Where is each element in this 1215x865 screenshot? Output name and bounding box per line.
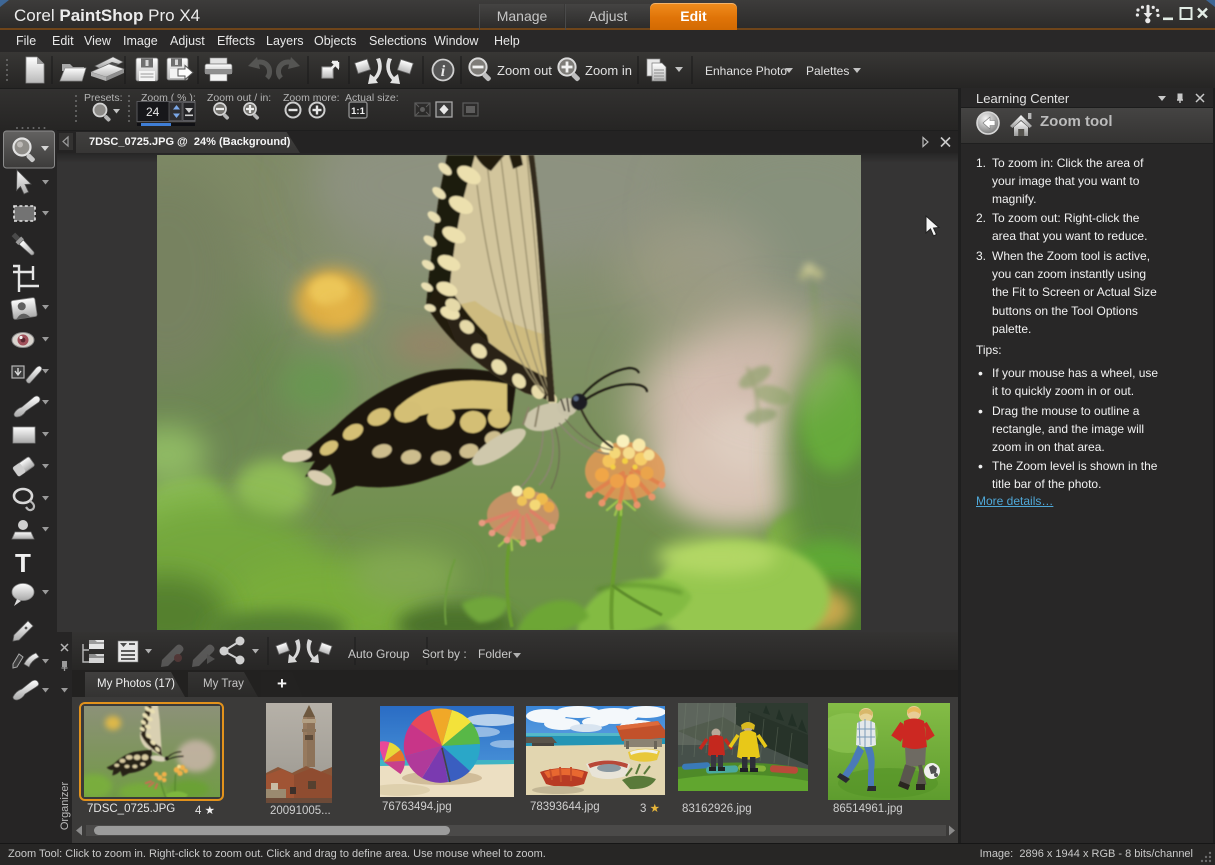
svg-text:i: i — [441, 63, 446, 80]
svg-text:1:1: 1:1 — [351, 106, 365, 117]
svg-text:24: 24 — [146, 105, 160, 119]
svg-text:T: T — [15, 548, 31, 578]
